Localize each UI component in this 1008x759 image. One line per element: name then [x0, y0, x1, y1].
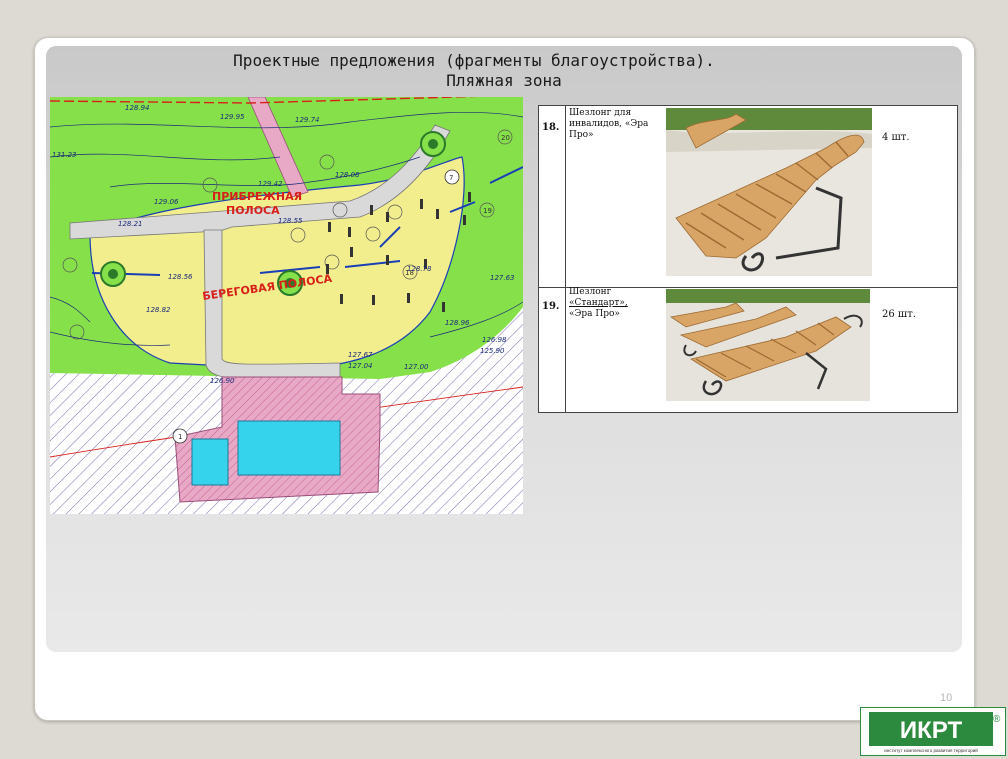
row-number: 19. [542, 301, 560, 312]
elevation: 129.74 [295, 116, 320, 124]
elevation: 126.98 [482, 336, 507, 344]
kids-pool [191, 438, 229, 486]
zone-label-coastal-2: ПОЛОСА [226, 204, 280, 217]
elevation: 128.82 [146, 306, 171, 314]
page-number: 10 [940, 692, 953, 704]
table-row: 19. Шезлонг «Стандарт», «Эра Про» 26 шт. [539, 287, 957, 413]
elevation: 127.00 [404, 363, 429, 371]
elevation: 128.78 [407, 265, 432, 273]
item-name-line: Шезлонг для [569, 108, 632, 118]
marker-7: 7 [449, 174, 453, 182]
site-plan-map: ПРИБРЕЖНАЯ ПОЛОСА БЕРЕГОВАЯ ПОЛОСА 7 1 2… [50, 97, 523, 514]
elevation: 128.55 [278, 217, 303, 225]
item-name: Шезлонг для инвалидов, «Эра Про» [569, 108, 657, 141]
table-row: 18. Шезлонг для инвалидов, «Эра Про» 4 ш… [539, 106, 957, 288]
elevation: 128.21 [118, 220, 143, 228]
row-number: 18. [542, 122, 560, 133]
item-name-line: инвалидов, «Эра [569, 119, 649, 129]
elevation: 128.56 [168, 273, 193, 281]
site-plan-drawing: ПРИБРЕЖНАЯ ПОЛОСА БЕРЕГОВАЯ ПОЛОСА 7 1 2… [50, 97, 523, 514]
logo-wordmark: ИКРТ [900, 717, 963, 744]
item-name-line: Про» [569, 130, 594, 140]
item-name-line: Шезлонг [569, 287, 612, 297]
table-divider [565, 106, 566, 287]
elevation: 125.90 [480, 347, 505, 355]
elevation: 129.06 [154, 198, 179, 206]
logo-registered: ® [993, 714, 1001, 725]
furniture-spec-table: 18. Шезлонг для инвалидов, «Эра Про» 4 ш… [538, 105, 958, 413]
elevation: 131.23 [52, 151, 77, 159]
elevation: 128.94 [125, 104, 150, 112]
elevation: 127.04 [348, 362, 373, 370]
company-logo: ИКРТ ® институт комплексного развития те… [860, 707, 1006, 756]
table-divider [565, 287, 566, 413]
logo-tagline: институт комплексного развития территори… [884, 747, 978, 753]
item-quantity: 4 шт. [882, 132, 910, 143]
item-quantity: 26 шт. [882, 309, 916, 320]
marker-1: 1 [178, 433, 182, 441]
elevation: 127.63 [490, 274, 515, 282]
item-name-line: «Эра Про» [569, 309, 620, 319]
item-name-line: «Стандарт», [569, 298, 628, 308]
elevation: 129.42 [258, 180, 283, 188]
elevation: 129.95 [220, 113, 245, 121]
elevation: 128.08 [335, 171, 360, 179]
accessible-lounger-photo [666, 108, 872, 276]
elevation: 128.96 [445, 319, 470, 327]
logo-graphic: ИКРТ ® институт комплексного развития те… [869, 712, 1001, 753]
marker-20: 20 [501, 134, 510, 142]
item-name: Шезлонг «Стандарт», «Эра Про» [569, 287, 657, 320]
main-pool [237, 420, 341, 476]
standard-lounger-photo [666, 289, 870, 401]
elevation: 126.90 [210, 377, 235, 385]
marker-19: 19 [483, 207, 492, 215]
title-line-2: Пляжная зона [446, 71, 562, 90]
slide-title: Проектные предложения (фрагменты благоус… [46, 51, 962, 91]
elevation: 127.67 [348, 351, 373, 359]
title-line-1: Проектные предложения (фрагменты благоус… [233, 51, 715, 70]
zone-label-coastal-1: ПРИБРЕЖНАЯ [212, 190, 302, 203]
